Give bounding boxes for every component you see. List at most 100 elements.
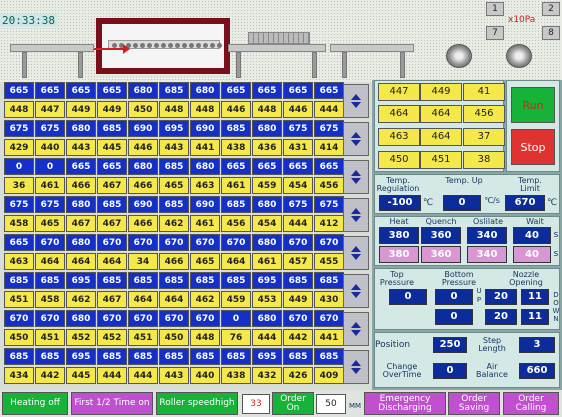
grid-cell[interactable]: 680 [252,310,282,327]
grid-cell[interactable]: 462 [66,291,96,308]
zone-value[interactable]: 451 [420,151,462,169]
grid-cell[interactable]: 685 [190,348,220,365]
grid-cell[interactable]: 665 [314,158,344,175]
grid-cell[interactable]: 680 [66,196,96,213]
grid-cell[interactable]: 685 [159,158,189,175]
grid-cell[interactable]: 685 [35,272,65,289]
row-adjust-button[interactable] [343,198,369,232]
grid-cell[interactable]: 436 [252,139,282,156]
grid-cell[interactable]: 461 [190,215,220,232]
temp-up-value[interactable]: 0 [443,195,481,211]
grid-cell[interactable]: 685 [97,120,127,137]
grid-cell[interactable]: 466 [159,253,189,270]
grid-cell[interactable]: 467 [97,291,127,308]
order-calling-button[interactable]: Order Calling [503,392,559,415]
grid-cell[interactable]: 429 [4,139,34,156]
grid-cell[interactable]: 695 [252,272,282,289]
grid-cell[interactable]: 675 [314,120,344,137]
grid-cell[interactable]: 670 [159,310,189,327]
grid-cell[interactable]: 446 [221,101,251,118]
grid-cell[interactable]: 464 [159,291,189,308]
grid-cell[interactable]: 438 [221,367,251,384]
grid-cell[interactable]: 665 [314,82,344,99]
grid-cell[interactable]: 461 [35,177,65,194]
grid-cell[interactable]: 442 [35,367,65,384]
nozzle-down-value[interactable]: 20 [485,309,517,325]
grid-cell[interactable]: 462 [190,291,220,308]
grid-cell[interactable]: 685 [221,196,251,213]
grid-cell[interactable]: 680 [66,234,96,251]
grid-cell[interactable]: 465 [159,177,189,194]
grid-cell[interactable]: 685 [159,348,189,365]
grid-cell[interactable]: 670 [190,234,220,251]
grid-cell[interactable]: 670 [314,310,344,327]
grid-cell[interactable]: 445 [66,367,96,384]
grid-cell[interactable]: 442 [283,329,313,346]
grid-cell[interactable]: 685 [221,348,251,365]
grid-cell[interactable]: 434 [4,367,34,384]
grid-cell[interactable]: 444 [283,215,313,232]
grid-cell[interactable]: 680 [190,82,220,99]
grid-cell[interactable]: 467 [66,215,96,232]
bottom-pressure-value-2[interactable]: 0 [435,309,473,325]
grid-cell[interactable]: 463 [4,253,34,270]
grid-cell[interactable]: 450 [4,329,34,346]
grid-cell[interactable]: 441 [314,329,344,346]
grid-cell[interactable]: 685 [190,272,220,289]
grid-cell[interactable]: 457 [283,253,313,270]
grid-cell[interactable]: 450 [128,101,158,118]
grid-cell[interactable]: 431 [283,139,313,156]
temp-regulation-value[interactable]: -100 [379,195,421,211]
grid-cell[interactable]: 680 [190,158,220,175]
grid-cell[interactable]: 36 [4,177,34,194]
zone-value[interactable]: 449 [420,83,462,101]
grid-cell[interactable]: 665 [221,82,251,99]
grid-cell[interactable]: 685 [283,348,313,365]
grid-cell[interactable]: 438 [221,139,251,156]
grid-cell[interactable]: 685 [4,272,34,289]
grid-cell[interactable]: 409 [314,367,344,384]
grid-cell[interactable]: 466 [128,177,158,194]
grid-cell[interactable]: 458 [4,215,34,232]
grid-cell[interactable]: 670 [35,234,65,251]
grid-cell[interactable]: 452 [97,329,127,346]
zone-value[interactable]: 464 [378,105,420,123]
zone-value[interactable]: 463 [378,128,420,146]
grid-cell[interactable]: 458 [35,291,65,308]
heat-time[interactable]: 380 [379,227,419,244]
grid-cell[interactable]: 670 [97,234,127,251]
grid-cell[interactable]: 76 [221,329,251,346]
zone-value[interactable]: 450 [378,151,420,169]
grid-cell[interactable]: 444 [252,329,282,346]
grid-cell[interactable]: 443 [66,139,96,156]
grid-cell[interactable]: 670 [128,234,158,251]
row-adjust-button[interactable] [343,350,369,384]
grid-cell[interactable]: 665 [66,158,96,175]
grid-cell[interactable]: 685 [283,272,313,289]
grid-cell[interactable]: 680 [128,82,158,99]
row-adjust-button[interactable] [343,312,369,346]
row-adjust-button[interactable] [343,274,369,308]
stop-button[interactable]: Stop [511,129,555,165]
grid-cell[interactable]: 443 [159,367,189,384]
grid-cell[interactable]: 680 [66,120,96,137]
grid-cell[interactable]: 690 [128,196,158,213]
grid-cell[interactable]: 450 [159,329,189,346]
grid-cell[interactable]: 445 [97,139,127,156]
grid-cell[interactable]: 466 [66,177,96,194]
grid-cell[interactable]: 430 [314,291,344,308]
grid-cell[interactable]: 685 [159,272,189,289]
grid-cell[interactable]: 455 [314,253,344,270]
grid-cell[interactable]: 685 [221,120,251,137]
grid-cell[interactable]: 412 [314,215,344,232]
grid-cell[interactable]: 451 [35,329,65,346]
grid-cell[interactable]: 461 [221,177,251,194]
order-on-button[interactable]: Order On [272,392,314,415]
grid-cell[interactable]: 690 [190,196,220,213]
grid-cell[interactable]: 465 [190,253,220,270]
grid-cell[interactable]: 680 [128,158,158,175]
grid-cell[interactable]: 670 [128,310,158,327]
grid-cell[interactable]: 443 [159,139,189,156]
grid-cell[interactable]: 685 [128,348,158,365]
grid-cell[interactable]: 685 [97,196,127,213]
